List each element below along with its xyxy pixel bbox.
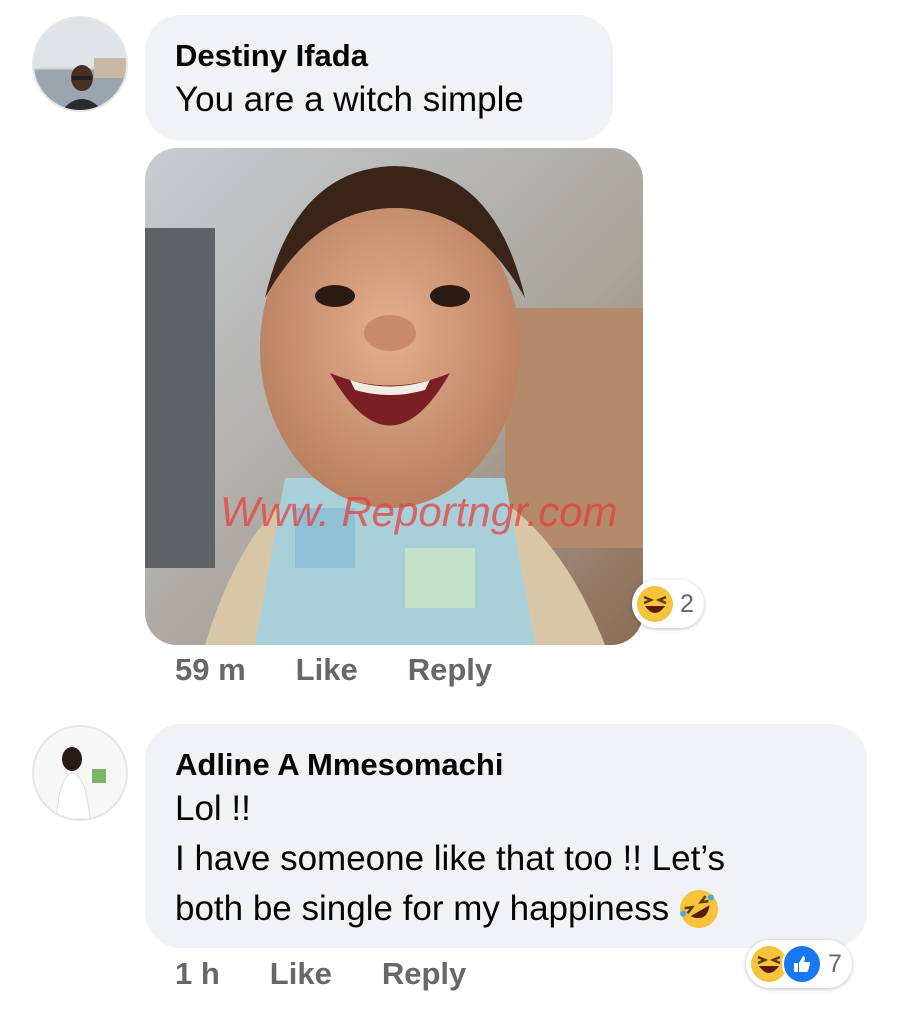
reply-button[interactable]: Reply <box>382 956 466 992</box>
comment-photo[interactable]: Www. Reportngr.com <box>145 148 643 645</box>
reaction-count: 2 <box>680 589 694 618</box>
comment-text-line: both be single for my happiness <box>175 884 837 934</box>
laughing-baby-image: Www. Reportngr.com <box>145 148 643 645</box>
reaction-count: 7 <box>828 949 842 978</box>
laughing-squint-emoji-icon <box>637 586 673 622</box>
avatar-destiny-ifada[interactable] <box>32 16 128 112</box>
comment-author[interactable]: Adline A Mmesomachi <box>175 746 837 784</box>
like-button[interactable]: Like <box>296 652 358 688</box>
reaction-summary[interactable]: 2 <box>632 580 704 628</box>
comment-text-line: Lol !! <box>175 789 251 828</box>
avatar-adline-mmesomachi[interactable] <box>32 725 128 821</box>
person-avatar-icon <box>34 58 126 110</box>
thumbs-up-icon <box>782 944 822 984</box>
comment-bubble: Adline A Mmesomachi Lol !! I have someon… <box>145 724 867 948</box>
comment-bubble: Destiny Ifada You are a witch simple <box>145 15 613 141</box>
comment-actions: 59 m Like Reply <box>175 652 492 688</box>
comment-timestamp: 1 h <box>175 956 220 991</box>
watermark-text: Www. Reportngr.com <box>220 488 618 535</box>
comment-text-line: I have someone like that too !! Let’s <box>175 839 725 878</box>
like-button[interactable]: Like <box>270 956 332 992</box>
rolling-on-floor-laughing-emoji-icon <box>680 890 719 928</box>
comment-author[interactable]: Destiny Ifada <box>175 37 583 75</box>
reaction-summary[interactable]: 7 <box>746 940 852 988</box>
comment-actions: 1 h Like Reply <box>175 956 466 992</box>
person-avatar-icon <box>34 727 126 819</box>
comment-text-segment: both be single for my happiness <box>175 889 670 928</box>
comment-text: You are a witch simple <box>175 80 524 119</box>
comment-timestamp: 59 m <box>175 652 246 687</box>
reply-button[interactable]: Reply <box>408 652 492 688</box>
